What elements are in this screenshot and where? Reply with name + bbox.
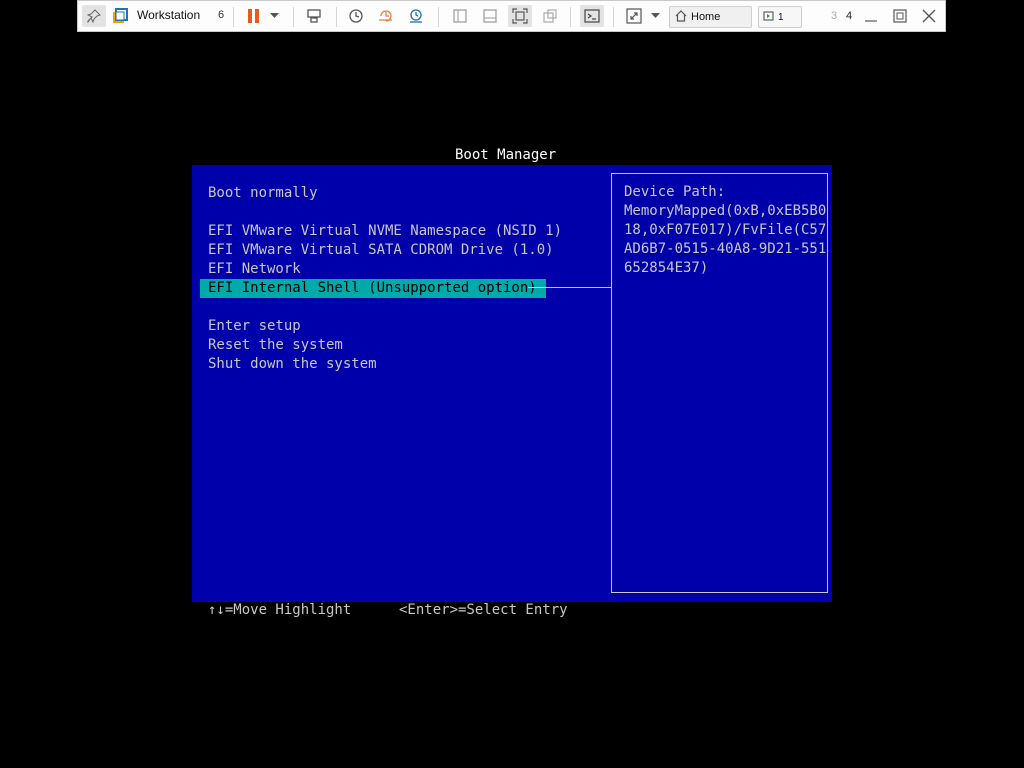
stretch-dropdown[interactable] (649, 5, 661, 27)
full-screen-button[interactable] (508, 5, 532, 27)
send-ctrl-alt-del-button[interactable] (303, 5, 325, 27)
stretch-guest-icon (626, 8, 642, 24)
menu-item-internal-shell[interactable]: EFI Internal Shell (Unsupported option) (200, 279, 546, 298)
hint-select-entry: <Enter>=Select Entry (399, 602, 568, 618)
dropdown-arrow-icon (650, 13, 660, 19)
vm-count: 4 (846, 10, 853, 22)
restore-icon (892, 8, 908, 24)
toolbar-divider (438, 7, 439, 27)
device-path-line: AD6B7-0515-40A8-9D21-551 (624, 241, 827, 257)
snapshot-manager-icon (408, 8, 424, 24)
pin-button[interactable] (82, 5, 106, 27)
minimize-icon (863, 8, 879, 24)
boot-manager-panel: Boot normally EFI VMware Virtual NVME Na… (192, 165, 832, 602)
console-icon (584, 8, 600, 24)
thumbnail-view-icon (482, 8, 498, 24)
menu-item-nvme[interactable]: EFI VMware Virtual NVME Namespace (NSID … (208, 222, 562, 241)
toolbar-divider (336, 7, 337, 27)
dropdown-arrow-icon (269, 13, 279, 19)
device-path-label: Device Path: (624, 184, 726, 200)
toolbar-divider (233, 7, 234, 27)
snapshot-manager-button[interactable] (405, 5, 427, 27)
power-dropdown[interactable] (268, 5, 280, 27)
hint-move-highlight: ↑↓=Move Highlight (208, 602, 352, 618)
device-path-box: Device Path: MemoryMapped(0xB,0xEB5B0 18… (611, 173, 828, 593)
unity-button[interactable] (539, 5, 561, 27)
console-view-button[interactable] (580, 5, 604, 27)
stretch-guest-button[interactable] (623, 5, 645, 27)
send-ctrl-alt-del-icon (306, 8, 322, 24)
revert-snapshot-icon (378, 8, 394, 24)
tab-home-label: Home (691, 11, 721, 23)
toolbar-divider (293, 7, 294, 27)
snapshot-icon (348, 8, 364, 24)
toolbar-divider (570, 7, 571, 27)
menu-item-network[interactable]: EFI Network (208, 260, 301, 279)
menu-item-shutdown[interactable]: Shut down the system (208, 355, 377, 374)
library-view-button[interactable] (449, 5, 471, 27)
vmware-logo (111, 5, 129, 27)
device-path-line: MemoryMapped(0xB,0xEB5B0 (624, 203, 827, 219)
library-view-icon (452, 8, 468, 24)
vmware-logo-icon (112, 8, 128, 24)
restore-button[interactable] (889, 5, 911, 27)
menu-item-enter-setup[interactable]: Enter setup (208, 317, 301, 336)
pause-button[interactable] (244, 5, 264, 27)
close-icon (921, 8, 937, 24)
thumbnail-view-button[interactable] (479, 5, 501, 27)
minimize-button[interactable] (860, 5, 882, 27)
take-snapshot-button[interactable] (345, 5, 367, 27)
tab-home[interactable]: Home (669, 6, 752, 28)
device-path-line: 652854E37) (624, 260, 709, 276)
menu-item-boot-normally[interactable]: Boot normally (208, 184, 318, 203)
full-screen-icon (512, 8, 528, 24)
menu-item-sata-cdrom[interactable]: EFI VMware Virtual SATA CDROM Drive (1.0… (208, 241, 554, 260)
app-version: 6 (218, 9, 225, 21)
highlight-connector-line (528, 287, 611, 288)
vm-icon (759, 10, 778, 25)
vmware-toolbar: Workstation 6 Home 1 3 4 (77, 0, 946, 32)
unity-icon (542, 8, 558, 24)
device-path-line: 18,0xF07E017)/FvFile(C57 (624, 222, 827, 238)
pin-icon (87, 9, 101, 23)
boot-menu: Boot normally EFI VMware Virtual NVME Na… (192, 165, 611, 602)
boot-manager-title: Boot Manager (455, 147, 557, 163)
revert-snapshot-button[interactable] (375, 5, 397, 27)
app-name: Workstation (137, 8, 201, 22)
home-icon (670, 9, 691, 25)
toolbar-divider (613, 7, 614, 27)
vm-count-dim: 3 (831, 10, 838, 22)
tab-vm[interactable]: 1 (758, 6, 802, 28)
close-button[interactable] (918, 5, 940, 27)
tab-vm-label: 1 (778, 11, 784, 23)
menu-item-reset[interactable]: Reset the system (208, 336, 343, 355)
pause-icon (247, 8, 261, 24)
